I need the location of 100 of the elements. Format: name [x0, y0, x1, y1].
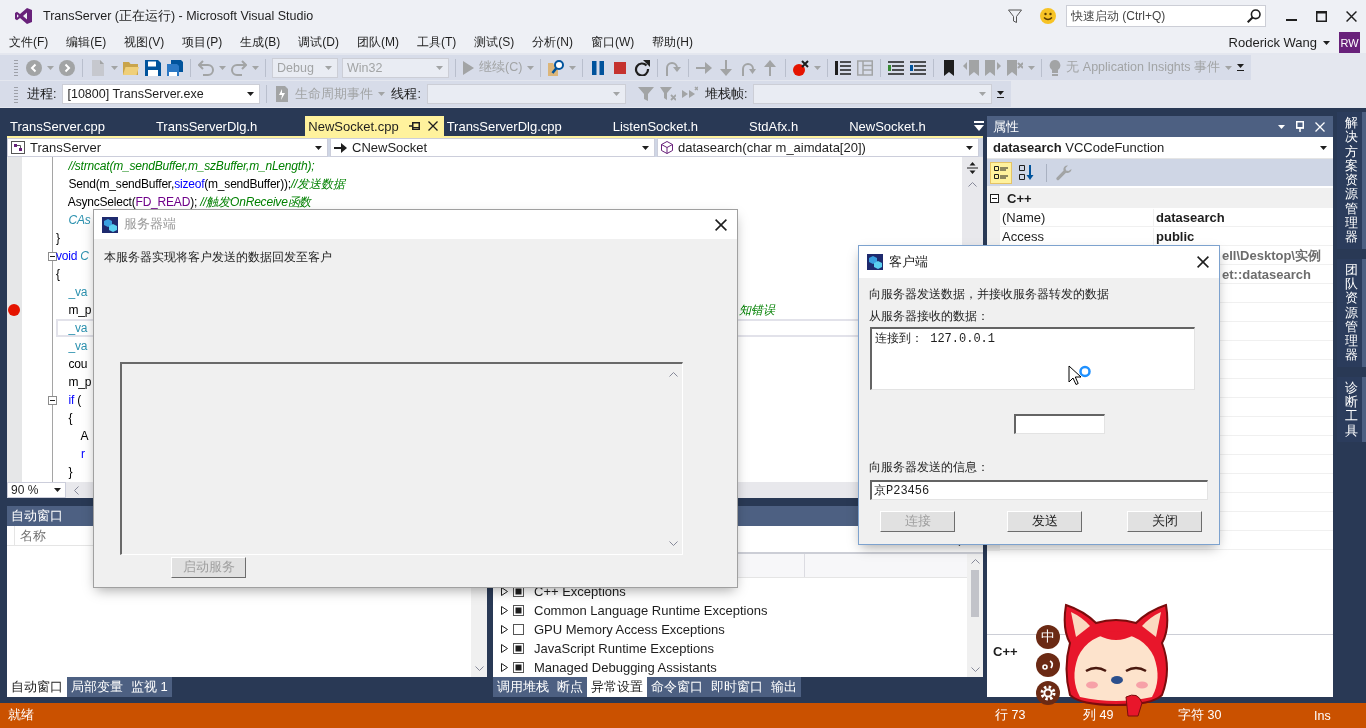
code-line: if (: [67, 393, 82, 407]
menu-item[interactable]: 项目(P): [173, 32, 232, 53]
file-tab[interactable]: TransServerDlg.cpp: [443, 116, 610, 136]
panel-title: 属性: [992, 117, 1020, 136]
process-combo[interactable]: [10800] TransServer.exe: [62, 84, 261, 104]
pin-icon[interactable]: [1296, 121, 1304, 132]
panel-tab[interactable]: 断点: [553, 677, 587, 697]
overflow-icon[interactable]: [1237, 64, 1244, 71]
scroll-up-icon[interactable]: [668, 372, 678, 377]
side-tab[interactable]: 团队资源管理器: [1337, 258, 1366, 367]
close-icon[interactable]: [427, 121, 438, 131]
panel-tab[interactable]: 监视 1: [127, 677, 172, 697]
menu-item[interactable]: 测试(S): [465, 32, 524, 53]
lines-icon[interactable]: [888, 59, 905, 76]
caret-icon[interactable]: [1323, 40, 1330, 45]
close-icon[interactable]: [715, 218, 727, 231]
side-tab[interactable]: 诊断工具: [1337, 376, 1366, 442]
restart-icon[interactable]: [634, 59, 651, 76]
smiley-icon[interactable]: [1040, 8, 1056, 24]
expand-icon[interactable]: [501, 606, 508, 615]
account-initials[interactable]: RW: [1339, 32, 1360, 53]
menu-item[interactable]: 文件(F): [0, 32, 58, 53]
file-tab[interactable]: NewSocket.h: [846, 116, 974, 136]
text-field[interactable]: [1014, 414, 1105, 434]
caret-icon[interactable]: [1320, 145, 1327, 150]
expand-icon[interactable]: [501, 587, 508, 596]
dialog-description: 向服务器发送数据，并接收服务器转发的数据: [869, 286, 1110, 302]
message-field[interactable]: 京P23456: [870, 480, 1208, 500]
caret-icon[interactable]: [1278, 124, 1285, 129]
scrollbar-thumb[interactable]: [971, 570, 979, 617]
file-tab[interactable]: ListenSocket.h: [609, 116, 747, 136]
collapse-icon[interactable]: [990, 193, 999, 203]
event-icon: [274, 86, 291, 102]
menu-item[interactable]: 分析(N): [523, 32, 582, 53]
dialog-button[interactable]: 发送: [1007, 511, 1082, 532]
close-icon[interactable]: [1346, 10, 1357, 22]
close-icon[interactable]: [1197, 256, 1209, 268]
panel-tab[interactable]: 输出: [767, 677, 801, 697]
received-data-field[interactable]: 连接到： 127.0.0.1: [870, 327, 1195, 390]
file-tab[interactable]: TransServer.cpp: [7, 116, 153, 136]
panel-tab[interactable]: 命令窗口: [647, 677, 707, 697]
expand-icon[interactable]: [501, 625, 508, 634]
code-line: _va: [67, 339, 88, 353]
menu-item[interactable]: 编辑(E): [57, 32, 116, 53]
checkbox[interactable]: [513, 643, 524, 654]
overflow-icon[interactable]: [997, 90, 1005, 98]
collapse-icon[interactable]: [48, 251, 57, 261]
split-icon[interactable]: [967, 162, 978, 174]
lines-icon[interactable]: [910, 59, 927, 76]
scroll-down-icon[interactable]: [474, 666, 484, 671]
search-icon[interactable]: [1247, 9, 1261, 23]
list-icon[interactable]: [835, 59, 852, 76]
scroll-up-icon[interactable]: [970, 559, 980, 564]
funnel-icon[interactable]: [1008, 8, 1022, 24]
menu-item[interactable]: 工具(T): [408, 32, 466, 53]
file-tab[interactable]: NewSocket.cpp: [305, 116, 444, 136]
collapse-icon[interactable]: [48, 395, 57, 405]
quick-launch-field[interactable]: 快速启动 (Ctrl+Q): [1066, 5, 1266, 27]
tab-list-icon[interactable]: [973, 121, 984, 131]
checkbox[interactable]: [513, 624, 524, 635]
categorized-icon[interactable]: [990, 161, 1012, 184]
expand-icon[interactable]: [501, 663, 508, 672]
zoom-combo[interactable]: 90 %: [7, 482, 66, 498]
breakpoint-icon[interactable]: [793, 59, 810, 76]
swirl-icon[interactable]: [1036, 653, 1060, 677]
menu-item[interactable]: 视图(V): [115, 32, 174, 53]
dialog-button[interactable]: 关闭: [1127, 511, 1202, 532]
stop-icon[interactable]: [612, 59, 629, 76]
navigation-combo[interactable]: TransServer: [7, 138, 328, 157]
navigation-combo[interactable]: CNewSocket: [330, 138, 655, 157]
save-all-icon[interactable]: [167, 59, 183, 76]
checkbox[interactable]: [513, 605, 524, 616]
folder-search-icon[interactable]: [548, 59, 565, 76]
menu-item[interactable]: 团队(M): [348, 32, 408, 53]
menu-item[interactable]: 帮助(H): [643, 32, 702, 53]
pause-icon[interactable]: [590, 59, 607, 76]
scroll-down-icon[interactable]: [668, 541, 678, 546]
expand-icon[interactable]: [501, 644, 508, 653]
save-icon[interactable]: [145, 59, 161, 76]
panel-tab[interactable]: 即时窗口: [707, 677, 767, 697]
side-tab[interactable]: 解决方案资源管理器: [1337, 112, 1366, 249]
menu-item[interactable]: 窗口(W): [582, 32, 644, 53]
checkbox[interactable]: [513, 662, 524, 673]
scroll-down-icon[interactable]: [970, 667, 980, 672]
panel-tab[interactable]: 自动窗口: [7, 677, 67, 697]
file-tab[interactable]: StdAfx.h: [746, 116, 847, 136]
panel-tab[interactable]: 局部变量: [67, 677, 127, 697]
panel-tab[interactable]: 调用堆栈: [493, 677, 553, 697]
scroll-up-icon[interactable]: [968, 182, 977, 187]
class-icon: [11, 141, 25, 154]
navigation-combo[interactable]: datasearch(char m_aimdata[20]): [657, 138, 979, 157]
scroll-left-icon[interactable]: [74, 485, 79, 495]
pin-icon[interactable]: [408, 122, 420, 130]
menu-item[interactable]: 调试(D): [289, 32, 348, 53]
settings-icon[interactable]: [1036, 681, 1060, 705]
menu-item[interactable]: 生成(B): [231, 32, 290, 53]
maximize-icon[interactable]: [1316, 10, 1327, 22]
panel-tab[interactable]: 异常设置: [587, 677, 647, 697]
user-name[interactable]: Roderick Wang: [1228, 35, 1317, 50]
file-tab[interactable]: TransServerDlg.h: [152, 116, 306, 136]
